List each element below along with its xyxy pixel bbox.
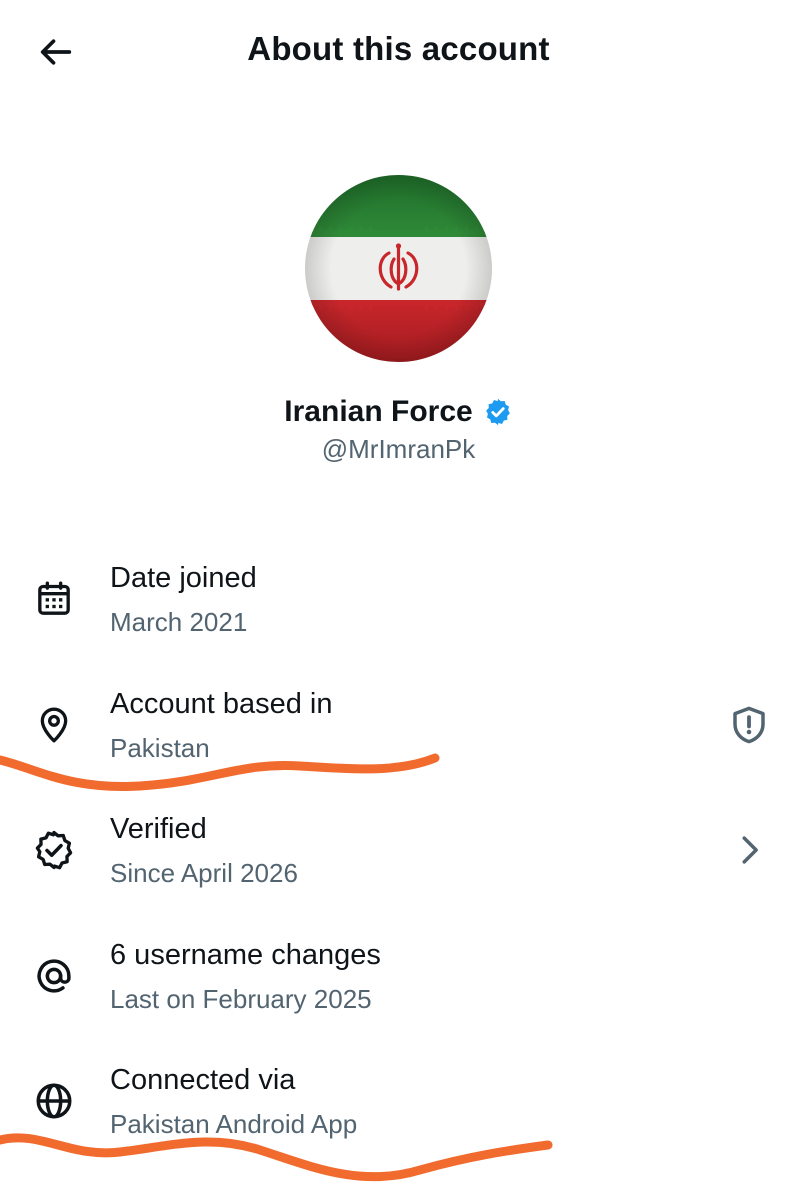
row-title: Connected via xyxy=(110,1064,296,1096)
row-subtitle: Pakistan Android App xyxy=(110,1109,358,1139)
profile-handle: @MrImranPk xyxy=(321,434,476,464)
row-subtitle: Last on February 2025 xyxy=(110,984,372,1014)
globe-icon xyxy=(30,1077,78,1125)
info-row-account-based-in: Account based in Pakistan xyxy=(0,686,797,796)
info-row-username-changes: 6 username changes Last on February 2025 xyxy=(0,937,797,1047)
shield-alert-icon[interactable] xyxy=(725,701,773,749)
info-row-date-joined: Date joined March 2021 xyxy=(0,560,797,670)
verified-badge-icon xyxy=(30,826,78,874)
header: About this account xyxy=(0,0,797,100)
row-title: Date joined xyxy=(110,562,257,594)
row-title: Account based in xyxy=(110,688,333,720)
row-subtitle: March 2021 xyxy=(110,607,248,637)
location-pin-icon xyxy=(30,701,78,749)
display-name: Iranian Force xyxy=(284,395,473,428)
page-title: About this account xyxy=(247,30,550,67)
verified-badge-icon xyxy=(485,398,510,426)
row-subtitle: Since April 2026 xyxy=(110,858,298,888)
chevron-right-icon[interactable] xyxy=(725,826,773,874)
avatar[interactable] xyxy=(305,175,492,362)
row-title: Verified xyxy=(110,813,207,845)
info-row-verified[interactable]: Verified Since April 2026 xyxy=(0,811,797,921)
row-subtitle: Pakistan xyxy=(110,733,210,763)
at-sign-icon xyxy=(30,952,78,1000)
iran-flag-avatar xyxy=(305,175,492,362)
profile-name-row: Iranian Force xyxy=(0,395,797,429)
calendar-icon xyxy=(30,575,78,623)
row-title: 6 username changes xyxy=(110,939,381,971)
info-row-connected-via: Connected via Pakistan Android App xyxy=(0,1062,797,1172)
